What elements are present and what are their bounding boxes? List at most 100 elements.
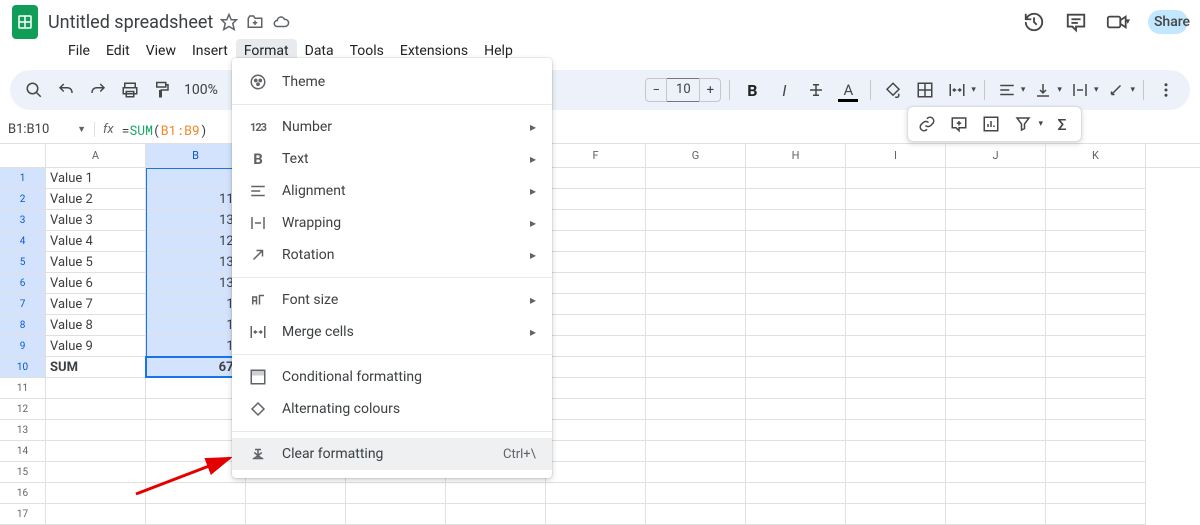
increase-font-icon[interactable]: + [699, 78, 721, 102]
cell[interactable] [846, 483, 946, 504]
cell[interactable] [846, 189, 946, 210]
cell[interactable] [846, 231, 946, 252]
cell[interactable] [946, 336, 1046, 357]
zoom-display[interactable]: 100% [180, 82, 222, 98]
cloud-icon[interactable] [271, 12, 291, 32]
row-header[interactable]: 12 [0, 399, 46, 420]
menu-file[interactable]: File [60, 39, 98, 63]
col-header-H[interactable]: H [746, 144, 846, 167]
col-header-F[interactable]: F [546, 144, 646, 167]
cell[interactable] [146, 462, 246, 483]
cell[interactable] [646, 168, 746, 189]
paint-format-icon[interactable] [148, 76, 176, 104]
cell[interactable]: SUM [46, 357, 146, 378]
format-menu-clear-formatting[interactable]: Clear formattingCtrl+\ [232, 438, 552, 470]
cell[interactable] [446, 483, 546, 504]
cell[interactable] [846, 420, 946, 441]
cell[interactable] [346, 483, 446, 504]
cell[interactable] [546, 441, 646, 462]
cell[interactable] [546, 420, 646, 441]
functions-icon[interactable]: Σ [1049, 111, 1075, 137]
formula-bar[interactable]: =SUM(B1:B9) [122, 121, 208, 139]
cell[interactable] [646, 231, 746, 252]
cell[interactable] [1046, 231, 1146, 252]
cell[interactable] [746, 252, 846, 273]
cell[interactable] [746, 336, 846, 357]
col-header-G[interactable]: G [646, 144, 746, 167]
cell[interactable]: 134 [146, 252, 246, 273]
col-header-I[interactable]: I [846, 144, 946, 167]
move-icon[interactable] [245, 12, 265, 32]
cell[interactable] [1046, 336, 1146, 357]
cell[interactable] [946, 294, 1046, 315]
cell[interactable] [1046, 483, 1146, 504]
cell[interactable] [1046, 189, 1146, 210]
strikethrough-button[interactable] [802, 76, 830, 104]
search-icon[interactable] [20, 76, 48, 104]
filter-caret-icon[interactable]: ▾ [1038, 119, 1043, 129]
cell[interactable] [746, 294, 846, 315]
cell[interactable] [546, 273, 646, 294]
row-header[interactable]: 13 [0, 420, 46, 441]
cell[interactable] [946, 168, 1046, 189]
cell[interactable] [846, 378, 946, 399]
cell[interactable] [846, 315, 946, 336]
cell[interactable]: 13 [146, 315, 246, 336]
format-menu-conditional-formatting[interactable]: Conditional formatting [232, 361, 552, 393]
format-menu-text[interactable]: BText▸ [232, 143, 552, 175]
cell[interactable] [846, 399, 946, 420]
filter-icon[interactable] [1010, 111, 1036, 137]
cell[interactable] [46, 420, 146, 441]
cell[interactable] [46, 483, 146, 504]
cell[interactable] [646, 462, 746, 483]
cell[interactable]: Value 8 [46, 315, 146, 336]
format-menu-rotation[interactable]: Rotation▸ [232, 239, 552, 271]
menu-insert[interactable]: Insert [184, 39, 236, 63]
merge-caret-icon[interactable]: ▾ [971, 85, 976, 95]
cell[interactable] [746, 399, 846, 420]
cell[interactable]: 13 [146, 336, 246, 357]
cell[interactable]: 677 [146, 357, 246, 378]
cell[interactable] [646, 252, 746, 273]
cell[interactable] [546, 462, 646, 483]
cell[interactable] [946, 231, 1046, 252]
cell[interactable] [946, 441, 1046, 462]
cell[interactable] [146, 441, 246, 462]
cell[interactable] [946, 273, 1046, 294]
format-menu-alternating-colours[interactable]: Alternating colours [232, 393, 552, 425]
cell[interactable] [146, 378, 246, 399]
cell[interactable] [546, 399, 646, 420]
spreadsheet-grid[interactable]: ABCDEFGHIJK 1Value 112Value 21113Value 3… [0, 144, 1200, 525]
cell[interactable] [46, 378, 146, 399]
cell[interactable] [46, 399, 146, 420]
cell[interactable] [1046, 462, 1146, 483]
row-header[interactable]: 2 [0, 189, 46, 210]
cell[interactable] [46, 441, 146, 462]
cell[interactable] [946, 252, 1046, 273]
cell[interactable]: 134 [146, 273, 246, 294]
cell[interactable] [846, 357, 946, 378]
cell[interactable] [746, 168, 846, 189]
valign-caret-icon[interactable]: ▾ [1057, 85, 1062, 95]
meet-button[interactable]: ▾ [1106, 10, 1130, 34]
cell[interactable] [646, 336, 746, 357]
link-icon[interactable] [914, 111, 940, 137]
cell[interactable] [546, 336, 646, 357]
cell[interactable] [746, 441, 846, 462]
add-comment-icon[interactable] [946, 111, 972, 137]
cell[interactable] [646, 189, 746, 210]
cell[interactable] [1046, 378, 1146, 399]
fill-color-button[interactable] [879, 76, 907, 104]
print-icon[interactable] [116, 76, 144, 104]
text-color-button[interactable]: A [834, 76, 862, 104]
valign-button[interactable] [1029, 76, 1057, 104]
cell[interactable] [546, 231, 646, 252]
cell[interactable] [746, 315, 846, 336]
cell[interactable] [146, 420, 246, 441]
col-header-A[interactable]: A [46, 144, 146, 167]
cell[interactable] [646, 273, 746, 294]
cell[interactable] [846, 336, 946, 357]
wrap-caret-icon[interactable]: ▾ [1094, 85, 1099, 95]
cell[interactable] [646, 315, 746, 336]
more-icon[interactable] [1152, 76, 1180, 104]
